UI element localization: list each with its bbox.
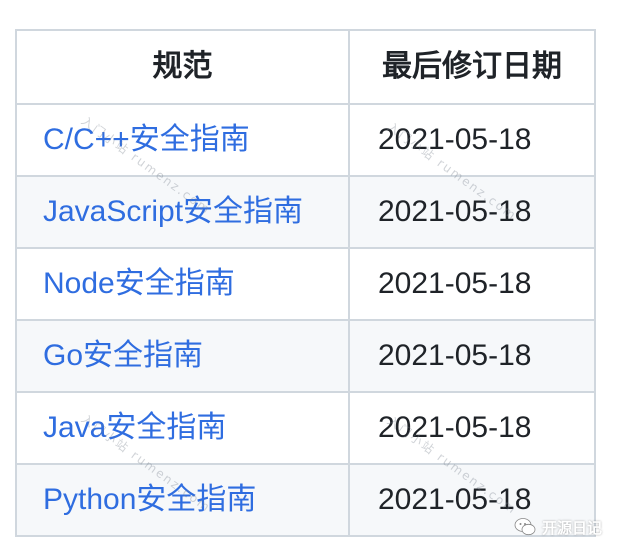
- date-cell: 2021-05-18: [348, 319, 596, 393]
- header-spec: 规范: [15, 29, 350, 105]
- table-row: Node安全指南 2021-05-18: [15, 247, 596, 321]
- guide-link-java[interactable]: Java安全指南: [43, 411, 226, 444]
- security-guides-table: 规范 最后修订日期 C/C++安全指南 2021-05-18 JavaScrip…: [15, 29, 596, 537]
- guide-link-go[interactable]: Go安全指南: [43, 339, 203, 372]
- header-last-revised: 最后修订日期: [348, 29, 596, 105]
- guide-link-cpp[interactable]: C/C++安全指南: [43, 123, 250, 156]
- brand-label: 开源日记: [541, 519, 602, 537]
- date-cell: 2021-05-18: [348, 247, 596, 321]
- spec-cell: C/C++安全指南: [15, 103, 350, 177]
- spec-cell: Node安全指南: [15, 247, 350, 321]
- guide-link-node[interactable]: Node安全指南: [43, 267, 235, 300]
- wechat-bubble-icon: [514, 516, 536, 538]
- brand-badge: 开源日记: [514, 516, 602, 538]
- spec-cell: Go安全指南: [15, 319, 350, 393]
- date-cell: 2021-05-18: [348, 103, 596, 177]
- guide-link-python[interactable]: Python安全指南: [43, 483, 256, 516]
- table-row: Go安全指南 2021-05-18: [15, 319, 596, 393]
- spec-cell: Java安全指南: [15, 391, 350, 465]
- date-cell: 2021-05-18: [348, 391, 596, 465]
- guide-link-javascript[interactable]: JavaScript安全指南: [43, 195, 303, 228]
- table-header-row: 规范 最后修订日期: [15, 29, 596, 105]
